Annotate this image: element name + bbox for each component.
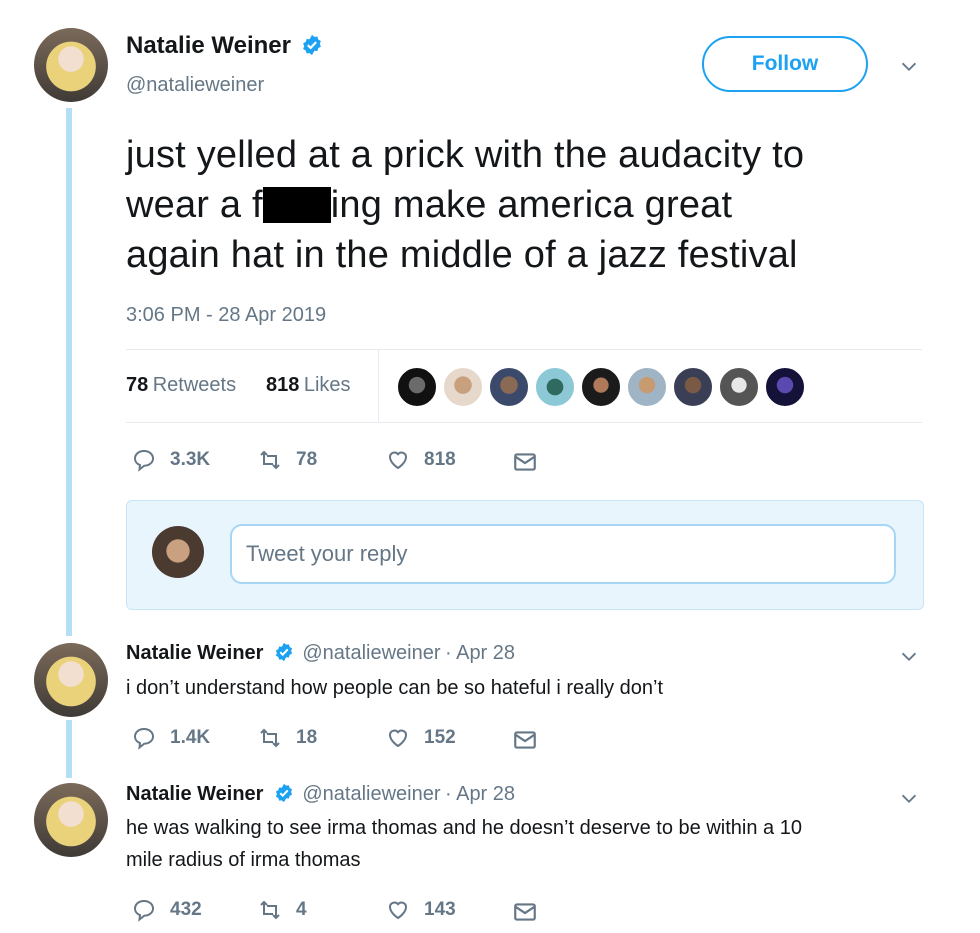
- reply-count: 432: [170, 899, 202, 920]
- retweet-count: 4: [296, 899, 307, 920]
- reply-input[interactable]: Tweet your reply: [230, 524, 896, 584]
- chevron-down-icon[interactable]: [898, 788, 920, 810]
- likes-stat[interactable]: 818 Likes: [266, 374, 351, 397]
- tweet-text-line: again hat in the middle of a jazz festiv…: [126, 234, 798, 276]
- author-name-row[interactable]: Natalie Weiner: [126, 32, 323, 60]
- retweets-stat[interactable]: 78 Retweets: [126, 374, 236, 397]
- like-action[interactable]: 152: [386, 726, 456, 750]
- direct-message-icon[interactable]: [512, 727, 538, 753]
- reply-action[interactable]: 3.3K: [132, 448, 210, 472]
- tweet-timestamp[interactable]: 3:06 PM - 28 Apr 2019: [126, 304, 326, 327]
- retweet-count: 18: [296, 727, 318, 748]
- heart-icon: [388, 729, 408, 748]
- liker-avatar[interactable]: [764, 366, 806, 408]
- liker-avatar[interactable]: [626, 366, 668, 408]
- reply-icon: [133, 899, 155, 922]
- verified-badge-icon: [275, 783, 293, 803]
- reply-author-name[interactable]: Natalie Weiner: [126, 642, 263, 664]
- verified-badge-icon: [275, 642, 293, 662]
- chevron-down-icon[interactable]: [898, 56, 920, 78]
- redaction-bar: [262, 187, 331, 223]
- like-action[interactable]: 818: [386, 448, 456, 472]
- liker-avatar[interactable]: [672, 366, 714, 408]
- follow-button[interactable]: Follow: [702, 36, 868, 92]
- retweet-count: 78: [296, 449, 318, 470]
- author-name[interactable]: Natalie Weiner: [126, 32, 291, 59]
- tweet-text-line: just yelled at a prick with the audacity…: [126, 134, 805, 176]
- reply-author-avatar[interactable]: [34, 783, 108, 857]
- reply-author-handle[interactable]: @natalieweiner: [302, 783, 440, 805]
- reply-count: 3.3K: [170, 449, 211, 470]
- reply-author-handle[interactable]: @natalieweiner: [302, 642, 440, 664]
- current-user-avatar[interactable]: [152, 526, 204, 578]
- heart-icon: [388, 451, 408, 470]
- liker-avatar[interactable]: [718, 366, 760, 408]
- stats-divider: [378, 350, 379, 422]
- tweet-text-fragment: ing make america great: [330, 184, 733, 226]
- like-action[interactable]: 143: [386, 898, 456, 922]
- likes-count: 818: [266, 374, 300, 396]
- reply-action[interactable]: 1.4K: [132, 726, 210, 750]
- reply-count: 1.4K: [170, 727, 211, 748]
- thread-line: [66, 720, 72, 778]
- chevron-down-icon[interactable]: [898, 646, 920, 668]
- divider: [126, 349, 922, 350]
- reply-text-line: he was walking to see irma thomas and he…: [126, 817, 802, 839]
- like-count: 143: [424, 899, 456, 920]
- liker-avatar[interactable]: [488, 366, 530, 408]
- retweet-action[interactable]: 4: [258, 898, 307, 922]
- verified-badge-icon: [303, 34, 322, 56]
- tweet-text: just yelled at a prick with the audacity…: [126, 130, 946, 280]
- retweet-icon: [260, 728, 280, 748]
- liker-avatar[interactable]: [534, 366, 576, 408]
- liker-avatars: [396, 366, 816, 408]
- liker-avatar[interactable]: [580, 366, 622, 408]
- reply-text: he was walking to see irma thomas and he…: [126, 812, 926, 876]
- reply-icon: [133, 727, 155, 750]
- direct-message-icon[interactable]: [512, 449, 538, 475]
- divider: [126, 422, 922, 423]
- tweet-text-line: wear a f ing make america great: [126, 180, 946, 230]
- retweets-label: Retweets: [152, 374, 237, 396]
- retweets-count: 78: [126, 374, 149, 396]
- reply-icon: [133, 449, 155, 472]
- reply-date[interactable]: · Apr 28: [445, 642, 515, 664]
- direct-message-icon[interactable]: [512, 899, 538, 925]
- reply-header: Natalie Weiner @natalieweiner · Apr 28: [126, 783, 515, 806]
- liker-avatar[interactable]: [396, 366, 438, 408]
- retweet-icon: [260, 450, 280, 470]
- tweet-text-fragment: wear a f: [126, 184, 263, 226]
- heart-icon: [388, 901, 408, 920]
- reply-action[interactable]: 432: [132, 898, 202, 922]
- like-count: 818: [424, 449, 456, 470]
- reply-text: i don’t understand how people can be so …: [126, 677, 664, 699]
- author-handle[interactable]: @natalieweiner: [126, 74, 264, 97]
- reply-text-line: mile radius of irma thomas: [126, 849, 361, 871]
- retweet-icon: [260, 900, 280, 920]
- reply-author-avatar[interactable]: [34, 643, 108, 717]
- author-avatar[interactable]: [34, 28, 108, 102]
- retweet-action[interactable]: 18: [258, 726, 317, 750]
- reply-author-name[interactable]: Natalie Weiner: [126, 783, 263, 805]
- liker-avatar[interactable]: [442, 366, 484, 408]
- reply-date[interactable]: · Apr 28: [445, 783, 515, 805]
- like-count: 152: [424, 727, 456, 748]
- reply-header: Natalie Weiner @natalieweiner · Apr 28: [126, 642, 515, 665]
- likes-label: Likes: [303, 374, 351, 396]
- retweet-action[interactable]: 78: [258, 448, 317, 472]
- thread-line: [66, 108, 72, 636]
